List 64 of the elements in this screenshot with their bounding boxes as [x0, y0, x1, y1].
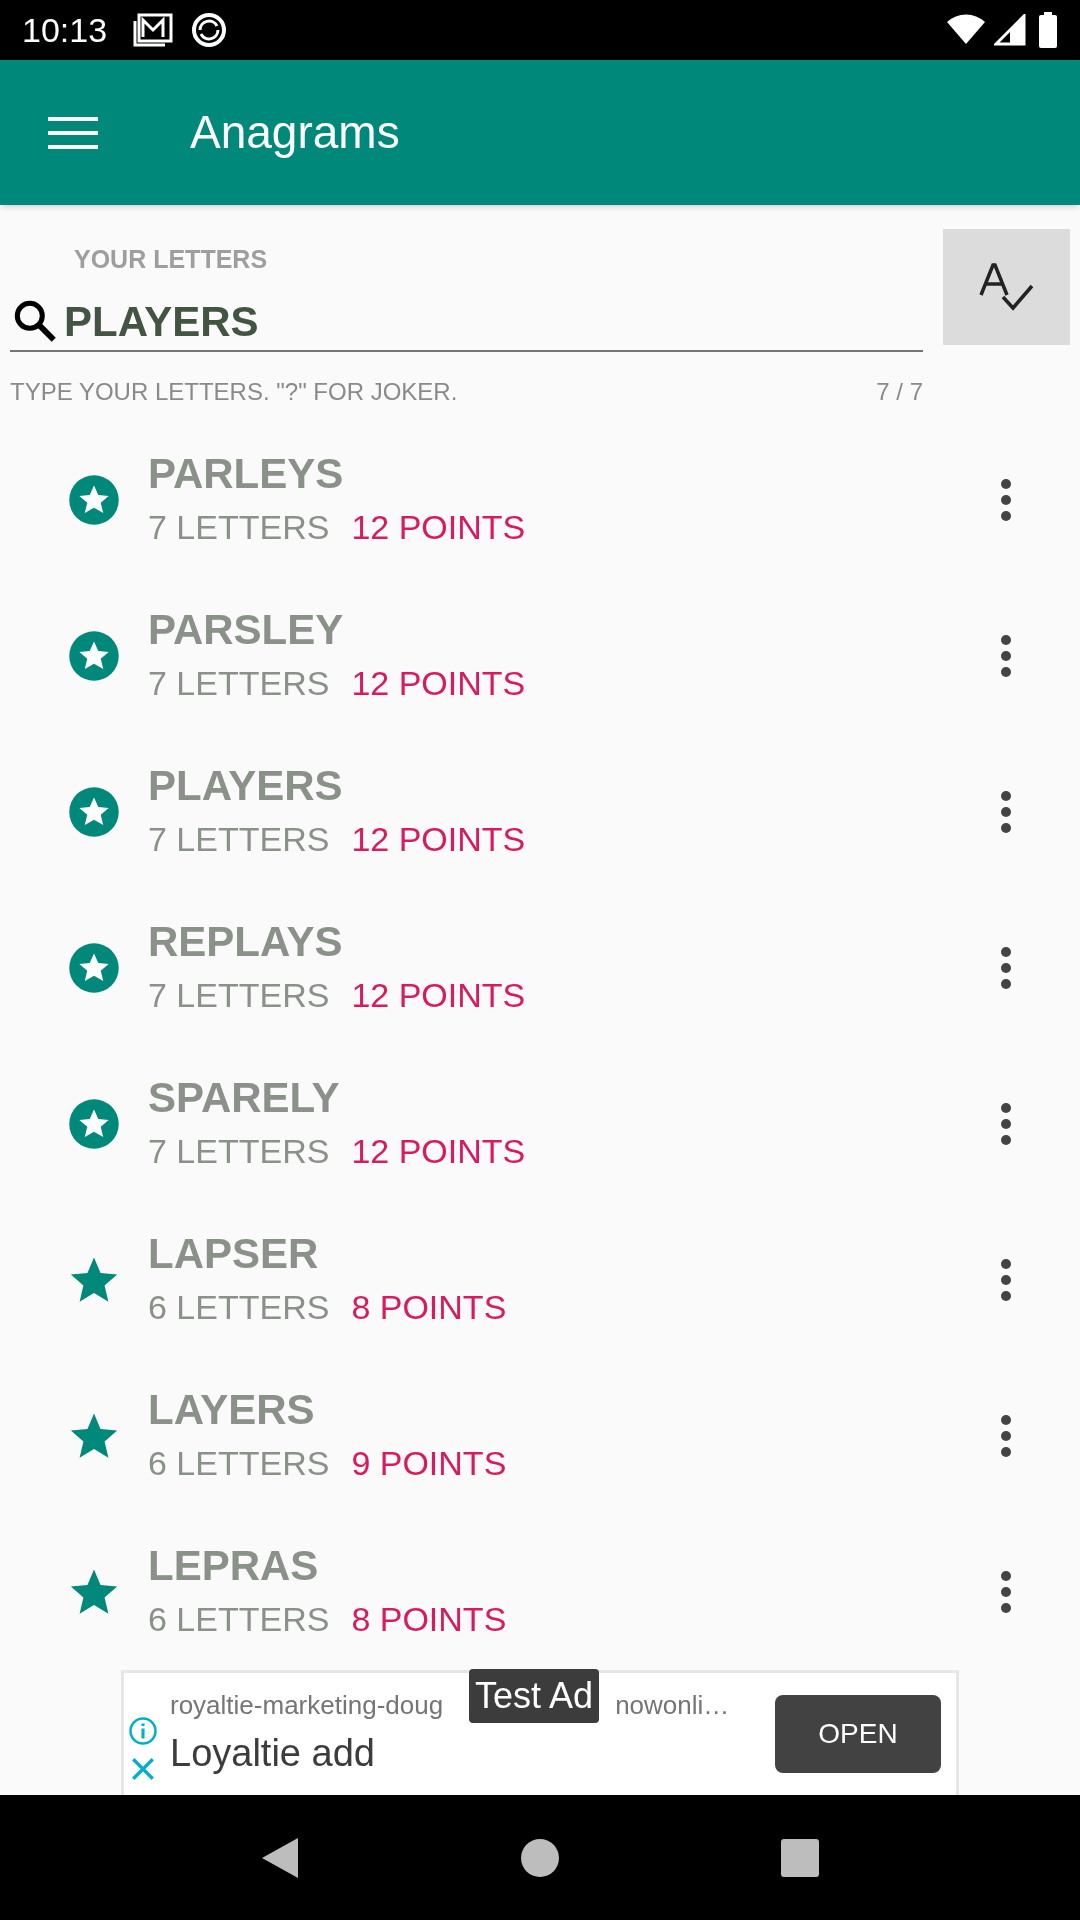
points: 12 POINTS: [351, 974, 526, 1016]
ad-url: nowonli…: [615, 1689, 730, 1723]
more-icon: [1000, 1415, 1012, 1458]
more-icon: [1000, 1571, 1012, 1614]
close-icon[interactable]: [130, 1756, 156, 1783]
word: LAYERS: [148, 1384, 316, 1435]
word: PARSLEY: [148, 604, 345, 655]
points: 8 POINTS: [351, 1286, 507, 1328]
word-row[interactable]: PARLEYS 7 LETTERS 12 POINTS: [0, 422, 1080, 579]
mail-icon: [133, 13, 174, 48]
points: 12 POINTS: [351, 1130, 526, 1172]
letter-count: 7 LETTERS: [148, 974, 330, 1016]
back-icon[interactable]: [260, 1835, 300, 1880]
more-icon: [1000, 479, 1012, 522]
ad-url: royaltie-marketing-doug: [170, 1689, 444, 1723]
letter-count: 6 LETTERS: [148, 1442, 330, 1484]
app-title: Anagrams: [190, 105, 400, 161]
word: PLAYERS: [148, 760, 344, 811]
word: REPLAYS: [148, 916, 344, 967]
letters-field[interactable]: PLAYERS: [64, 289, 923, 353]
open-button[interactable]: OPEN: [775, 1695, 941, 1774]
word-row[interactable]: PLAYERS 7 LETTERS 12 POINTS: [0, 734, 1080, 891]
ad-title: Loyaltie add: [170, 1731, 376, 1777]
points: 8 POINTS: [351, 1598, 507, 1640]
word-row[interactable]: SPARELY 7 LETTERS 12 POINTS: [0, 1046, 1080, 1203]
sync-icon: [191, 12, 228, 49]
ad-banner[interactable]: royaltie-marketing-doug nowonli… Loyaltie add OPEN Test Ad: [121, 1670, 959, 1796]
more-icon: [1000, 791, 1012, 834]
more-icon: [1000, 1103, 1012, 1146]
more-icon: [1000, 635, 1012, 678]
test-ad-badge: Test Ad: [469, 1669, 600, 1724]
signal-icon: [994, 14, 1026, 47]
points: 12 POINTS: [351, 818, 526, 860]
letter-count: 7 LETTERS: [148, 662, 330, 704]
helper-text: TYPE YOUR LETTERS. "?" FOR JOKER.: [10, 377, 458, 408]
info-icon[interactable]: [128, 1716, 158, 1747]
battery-icon: [1038, 12, 1058, 49]
recents-icon[interactable]: [780, 1837, 820, 1878]
points: 12 POINTS: [351, 662, 526, 704]
spell-check-button[interactable]: [943, 228, 1070, 345]
word-row[interactable]: LAPSER 6 LETTERS 8 POINTS: [0, 1202, 1080, 1359]
word-row[interactable]: REPLAYS 7 LETTERS 12 POINTS: [0, 890, 1080, 1047]
letter-count: 7 LETTERS: [148, 506, 330, 548]
letter-count: 7 LETTERS: [148, 818, 330, 860]
clock: 10:13: [22, 9, 108, 51]
letter-count: 7 LETTERS: [148, 1130, 330, 1172]
word: SPARELY: [148, 1072, 341, 1123]
word-row[interactable]: LEPRAS 6 LETTERS 8 POINTS: [0, 1514, 1080, 1671]
letter-count: 6 LETTERS: [148, 1598, 330, 1640]
word: LAPSER: [148, 1228, 320, 1279]
more-icon: [1000, 947, 1012, 990]
menu-icon: [48, 115, 98, 150]
more-icon: [1000, 1259, 1012, 1302]
field-label: YOUR LETTERS: [74, 243, 269, 275]
letter-count: 6 LETTERS: [148, 1286, 330, 1328]
home-icon[interactable]: [520, 1837, 560, 1878]
word-row[interactable]: LAYERS 6 LETTERS 9 POINTS: [0, 1358, 1080, 1515]
word-row[interactable]: PARSLEY 7 LETTERS 12 POINTS: [0, 578, 1080, 735]
points: 9 POINTS: [351, 1442, 507, 1484]
word: PARLEYS: [148, 448, 345, 499]
character-counter: 7 / 7: [876, 377, 923, 408]
points: 12 POINTS: [351, 506, 526, 548]
word: LEPRAS: [148, 1540, 320, 1591]
spell-check-icon: [978, 260, 1035, 313]
